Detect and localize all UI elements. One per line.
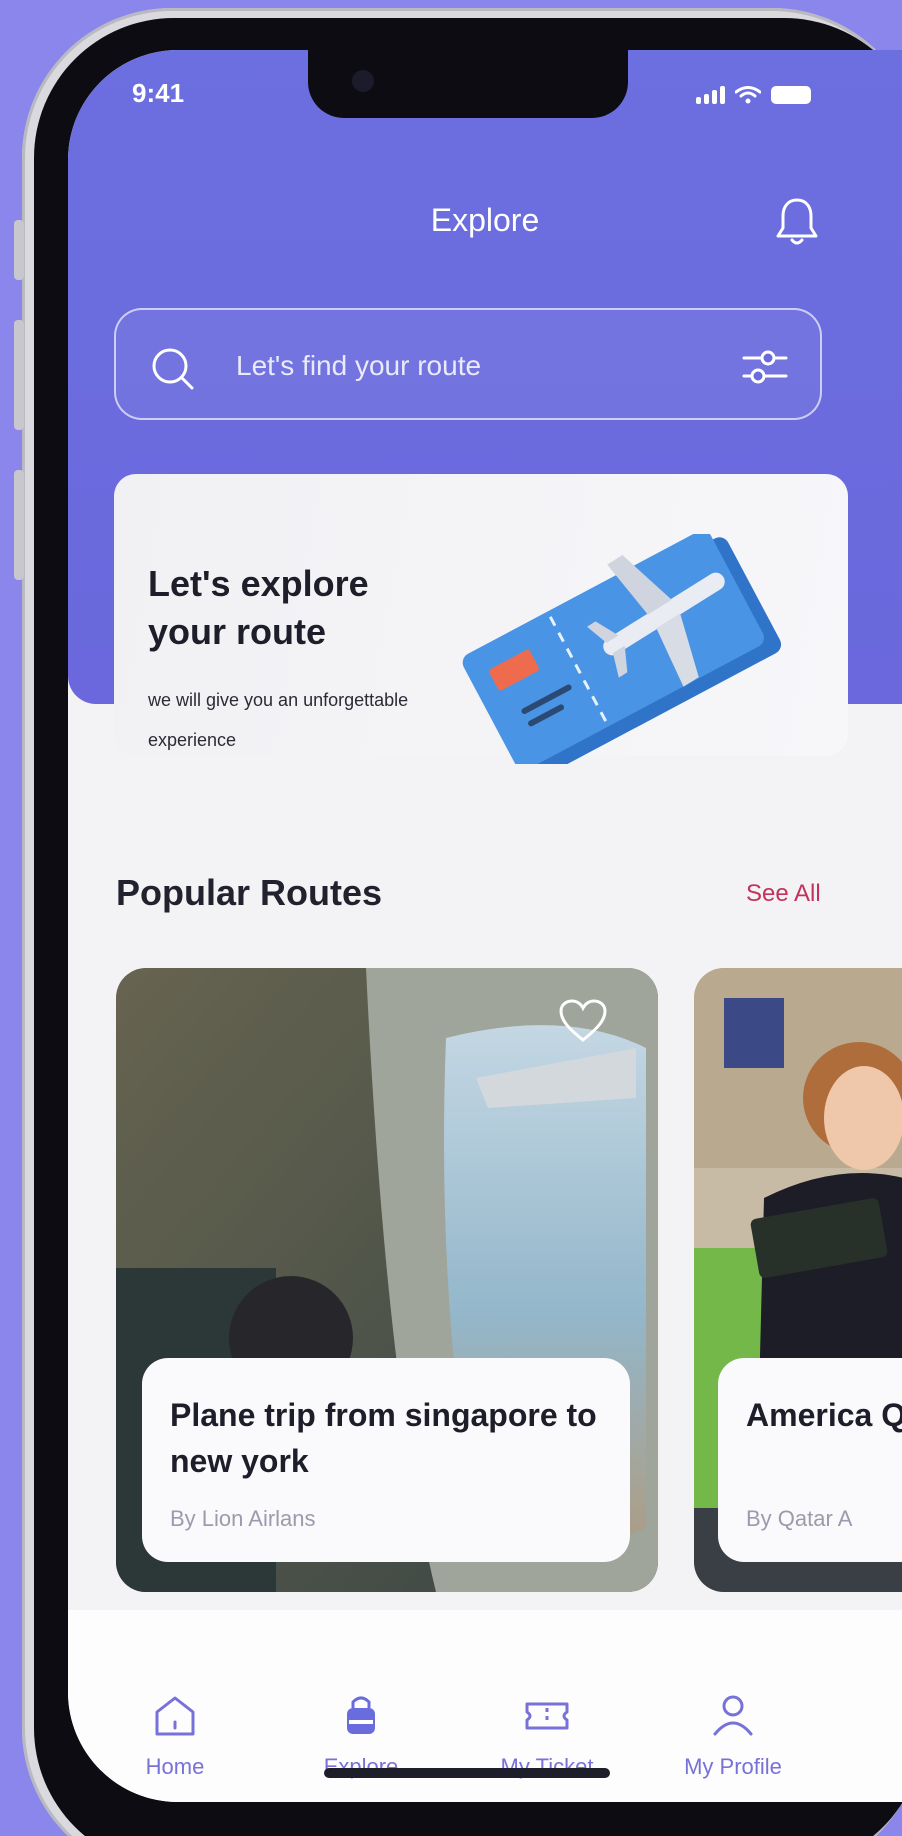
search-icon	[152, 348, 194, 390]
home-indicator[interactable]	[324, 1768, 610, 1778]
signal-icon	[696, 86, 725, 104]
side-button	[14, 470, 24, 580]
banner-subtitle: we will give you an unforgettable experi…	[148, 690, 409, 750]
battery-icon	[771, 86, 811, 104]
section-title: Popular Routes	[116, 872, 383, 913]
route-info: America Qatar Ai By Qatar A	[718, 1358, 902, 1562]
tab-home[interactable]: Home	[90, 1690, 260, 1780]
phone-screen: 9:41 Explore Let's find your route Let's…	[68, 50, 902, 1802]
tab-my-profile[interactable]: My Profile	[648, 1690, 818, 1780]
profile-icon	[713, 1695, 753, 1736]
side-button	[14, 220, 24, 280]
route-card[interactable]: Plane trip from singapore to new york By…	[116, 968, 658, 1592]
bag-icon	[347, 1696, 375, 1734]
route-airline: By Qatar A	[746, 1506, 853, 1531]
tab-explore[interactable]: Explore	[276, 1690, 446, 1780]
home-icon	[155, 1696, 195, 1736]
ticket-icon	[525, 1702, 569, 1730]
promo-banner[interactable]: Let's explore your route we will give yo…	[114, 474, 848, 764]
search-input[interactable]: Let's find your route	[236, 350, 481, 382]
route-airline: By Lion Airlans	[170, 1506, 316, 1531]
tab-my-ticket[interactable]: My Ticket	[462, 1690, 632, 1780]
heart-icon[interactable]	[558, 998, 608, 1044]
status-icons	[696, 86, 811, 104]
route-card[interactable]: America Qatar Ai By Qatar A	[694, 968, 902, 1592]
side-button	[14, 320, 24, 430]
notch	[308, 50, 628, 118]
tab-label: Home	[145, 1754, 205, 1779]
bell-icon[interactable]	[774, 196, 820, 248]
filter-icon[interactable]	[740, 342, 790, 392]
route-title: America Qatar Ai	[746, 1397, 902, 1433]
banner-title: Let's explore your route	[148, 563, 369, 652]
route-info: Plane trip from singapore to new york By…	[142, 1358, 630, 1562]
see-all-link[interactable]: See All	[746, 880, 821, 908]
tab-label: My Profile	[684, 1754, 782, 1779]
status-time: 9:41	[132, 78, 185, 108]
wifi-icon	[735, 86, 761, 104]
camera	[352, 70, 374, 92]
search-bar[interactable]: Let's find your route	[114, 308, 822, 420]
ticket-plane-illustration	[462, 534, 782, 764]
route-title: Plane trip from singapore to new york	[170, 1397, 597, 1479]
